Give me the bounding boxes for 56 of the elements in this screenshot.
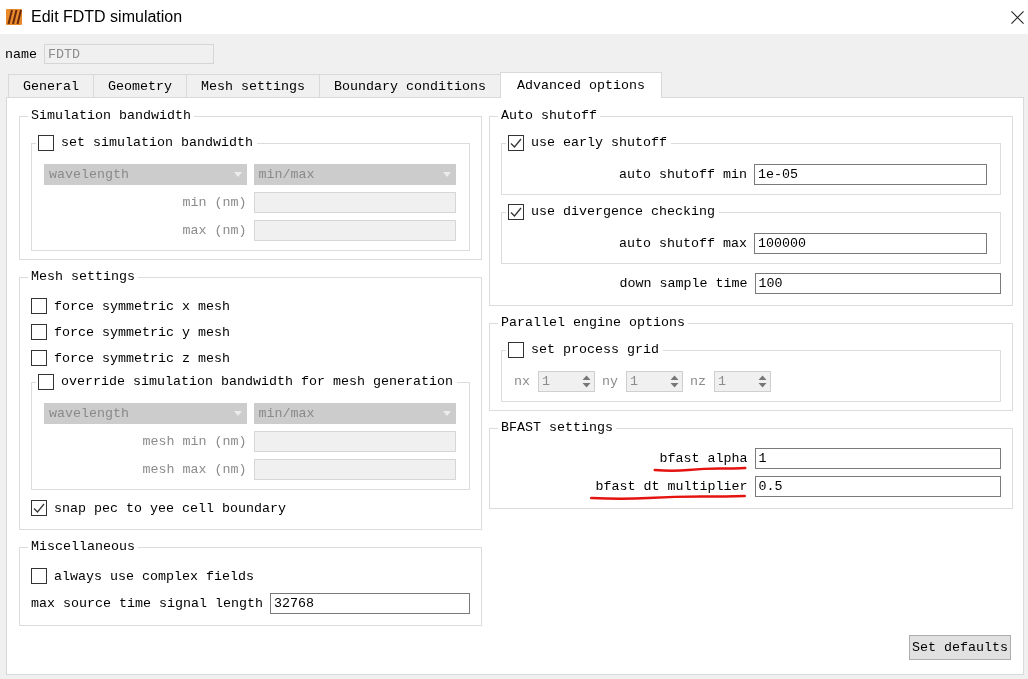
group-title: Mesh settings [30,268,136,286]
field-label: max (nm) [182,222,247,238]
tab[interactable]: General [8,74,94,97]
field-label: auto shutoff min [619,166,747,182]
app-logo-icon [6,9,22,25]
checkbox[interactable]: set process grid [508,341,659,359]
text-field[interactable]: 100000 [754,232,987,254]
text-field[interactable]: 1e-05 [754,163,987,185]
group-title: Auto shutoff [500,107,598,125]
group-title: BFAST settings [500,419,614,437]
checkbox[interactable]: override simulation bandwidth for mesh generation [38,373,453,391]
checkbox[interactable]: snap pec to yee cell boundary [31,500,286,516]
caret-icon [443,410,451,416]
field-label: nx [514,373,530,389]
text-field[interactable] [253,458,456,480]
field-label: nz [690,373,706,389]
group-title: Simulation bandwidth [30,107,192,125]
field-label: min (nm) [182,194,247,210]
group-title: Miscellaneous [30,538,136,556]
text-field[interactable]: 1 [754,447,1001,469]
text-field[interactable] [253,430,456,452]
close-icon[interactable] [1011,10,1024,24]
text-field[interactable]: 0.5 [754,475,1001,497]
text-field[interactable]: 100 [754,272,1001,294]
field-label: bfast alpha [659,450,748,466]
field-label: max source time signal length [31,595,263,611]
name-label: name [5,46,37,62]
caret-icon [233,410,242,416]
set-defaults-button[interactable]: Set defaults [909,635,1011,660]
text-field[interactable] [253,219,456,241]
text-field[interactable]: 32768 [269,592,470,614]
text-field[interactable] [253,191,456,213]
up-down-arrows-icon [758,374,767,388]
checkbox[interactable]: always use complex fields [31,568,254,584]
caret-icon [443,171,451,177]
up-down-arrows-icon [582,374,591,388]
field-label: mesh min (nm) [142,433,247,449]
group-title: Parallel engine options [500,314,686,332]
field-label: down sample time [619,275,748,291]
window-title: Edit FDTD simulation [31,8,183,26]
checkbox[interactable]: use divergence checking [508,203,715,221]
up-down-arrows-icon [670,374,679,388]
field-label: ny [602,373,618,389]
field-label: mesh max (nm) [142,461,247,477]
checkmark-icon [509,205,523,219]
checkbox[interactable]: set simulation bandwidth [38,134,253,152]
tab[interactable]: Advanced options [499,72,662,98]
checkbox[interactable]: force symmetric x mesh [31,298,230,314]
checkmark-icon [32,501,46,515]
checkbox[interactable]: force symmetric z mesh [31,350,230,366]
field-label: bfast dt multiplier [595,478,748,494]
checkbox[interactable]: force symmetric y mesh [31,324,230,340]
field-label: auto shutoff max [619,235,747,251]
caret-icon [233,171,242,177]
checkbox[interactable]: use early shutoff [508,134,667,152]
checkmark-icon [509,136,523,150]
